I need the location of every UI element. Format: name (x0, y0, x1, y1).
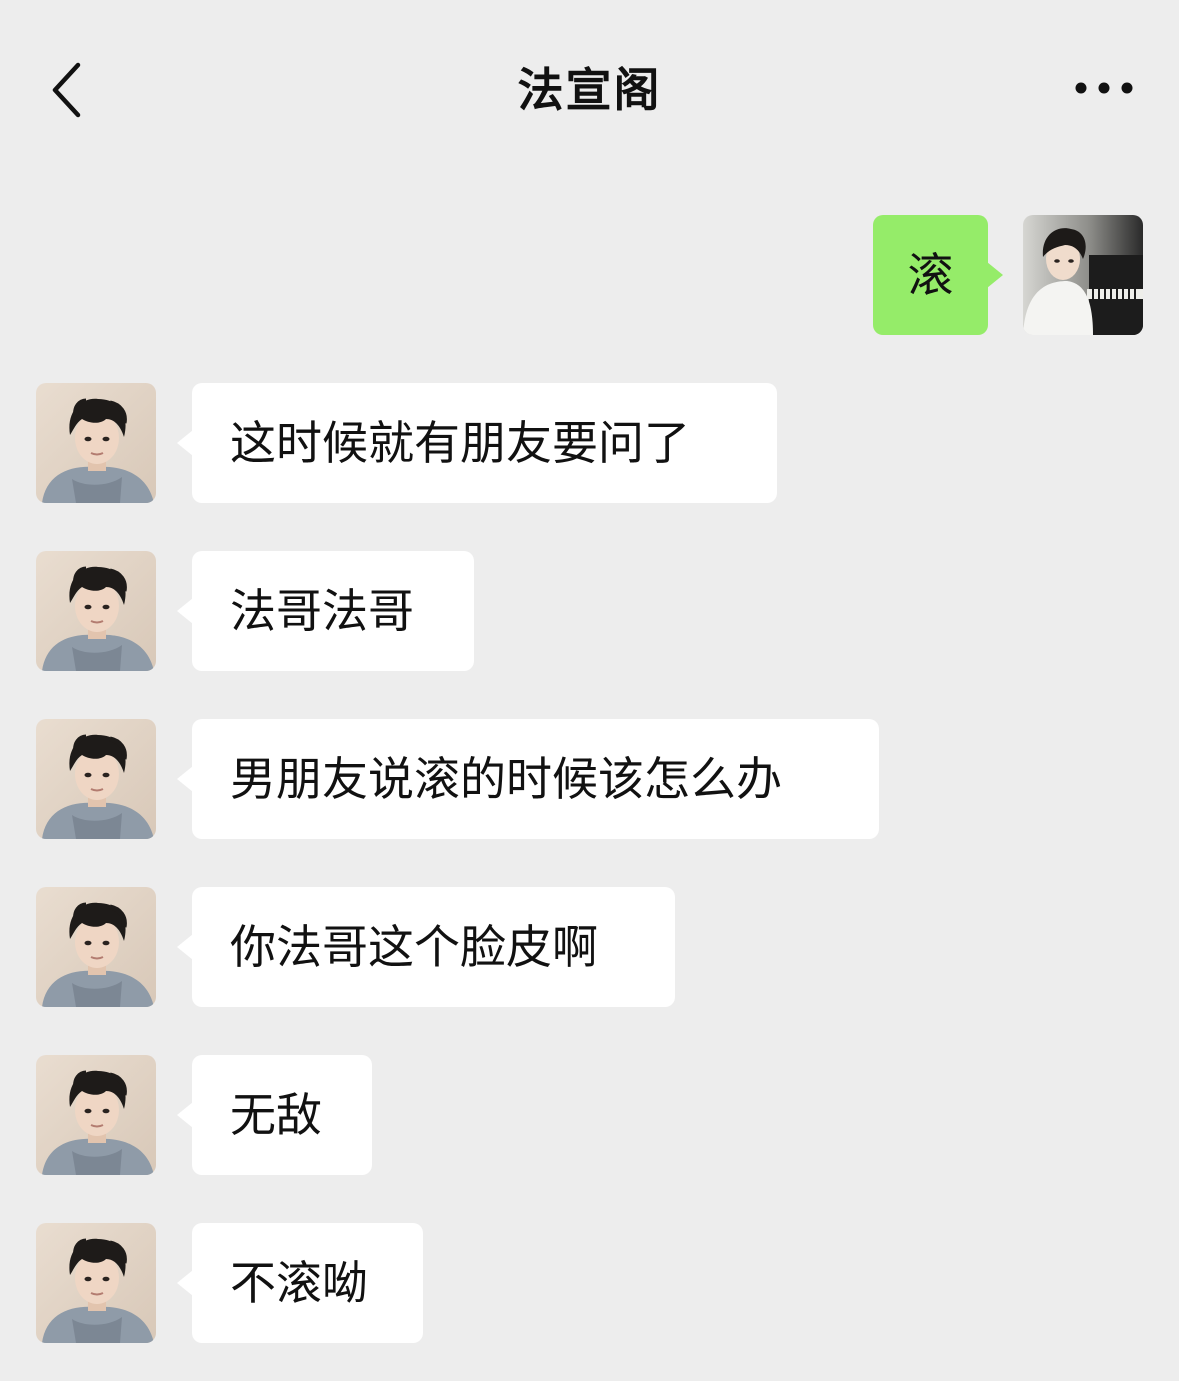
contact-avatar[interactable] (36, 1055, 156, 1175)
contact-avatar[interactable] (36, 887, 156, 1007)
message-text: 男朋友说滚的时候该怎么办 (230, 752, 782, 806)
chat-title: 法宣阁 (517, 63, 662, 117)
message-bubble-received[interactable]: 无敌 (177, 1055, 372, 1175)
my-avatar[interactable] (1023, 215, 1143, 335)
message-text: 法哥法哥 (230, 584, 414, 638)
avatar-image (1023, 215, 1143, 335)
message-bubble-received[interactable]: 你法哥这个脸皮啊 (177, 887, 675, 1007)
message-text: 这时候就有朋友要问了 (230, 416, 690, 470)
avatar-image (36, 551, 156, 671)
message-text: 滚 (907, 248, 954, 302)
message-text: 你法哥这个脸皮啊 (230, 920, 598, 974)
avatar-image (36, 383, 156, 503)
avatar-image (36, 1055, 156, 1175)
message-bubble-received[interactable]: 男朋友说滚的时候该怎么办 (177, 719, 879, 839)
contact-avatar[interactable] (36, 719, 156, 839)
avatar-image (36, 887, 156, 1007)
message-bubble-received[interactable]: 不滚呦 (177, 1223, 423, 1343)
message-bubble-received[interactable]: 法哥法哥 (177, 551, 474, 671)
message-bubble-sent[interactable]: 滚 (873, 215, 1003, 335)
message-bubble-received[interactable]: 这时候就有朋友要问了 (177, 383, 777, 503)
more-dots-icon (1075, 82, 1133, 94)
message-text: 无敌 (230, 1088, 322, 1142)
contact-avatar[interactable] (36, 551, 156, 671)
message-text: 不滚呦 (230, 1256, 368, 1310)
avatar-image (36, 719, 156, 839)
nav-bar: 法宣阁 (0, 0, 1179, 178)
contact-avatar[interactable] (36, 1223, 156, 1343)
contact-avatar[interactable] (36, 383, 156, 503)
more-button[interactable] (1068, 66, 1140, 110)
avatar-image (36, 1223, 156, 1343)
